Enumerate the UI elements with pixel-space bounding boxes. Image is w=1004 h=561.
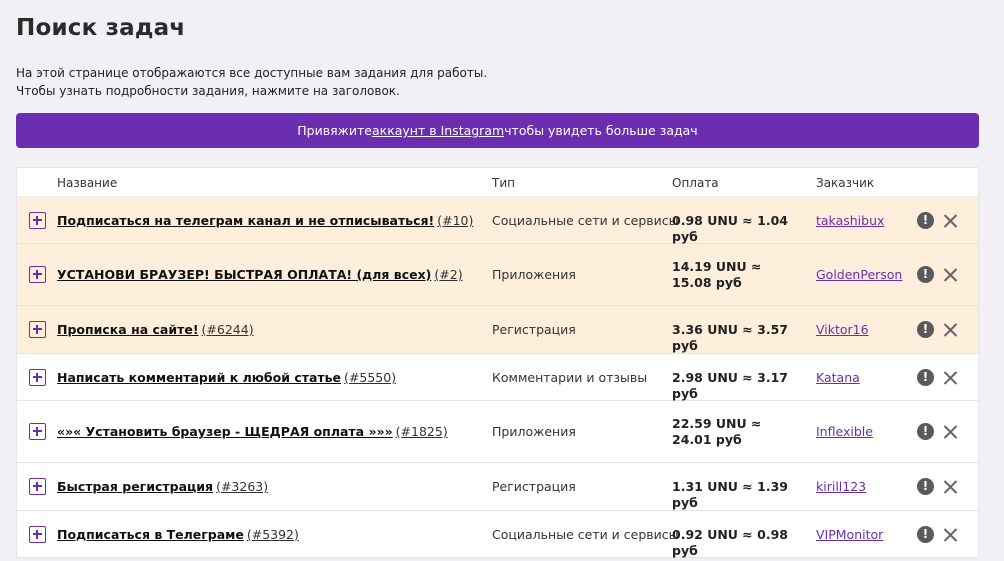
task-type: Приложения [492, 267, 576, 282]
close-icon[interactable] [942, 321, 959, 338]
task-pay: 1.31 UNU ≈ 1.39 руб [672, 479, 788, 510]
task-type: Регистрация [492, 322, 576, 337]
task-number: (#6244) [201, 322, 254, 337]
task-number: (#5392) [246, 527, 299, 542]
customer-link[interactable]: GoldenPerson [816, 267, 902, 282]
report-exclamation-icon[interactable]: ! [917, 212, 934, 229]
tasks-table: Название Тип Оплата Заказчик Подписаться… [16, 167, 979, 558]
instagram-account-link[interactable]: аккаунт в Instagram [372, 123, 504, 138]
task-title-link[interactable]: Прописка на сайте! [57, 322, 199, 337]
header-customer: Заказчик [816, 176, 875, 190]
task-name: Прописка на сайте! (#6244) [57, 322, 254, 337]
expand-plus-icon[interactable] [29, 369, 46, 386]
customer-link[interactable]: Viktor16 [816, 322, 869, 337]
close-icon[interactable] [942, 266, 959, 283]
header-name: Название [57, 176, 118, 190]
task-name: «»« Установить браузер - ЩЕДРАЯ оплата »… [57, 424, 448, 439]
task-pay: 14.19 UNU ≈ 15.08 руб [672, 259, 762, 290]
instagram-banner: Привяжите аккаунт в Instagram чтобы увид… [16, 113, 979, 148]
intro-line-2: Чтобы узнать подробности задания, нажмит… [16, 84, 400, 98]
intro-line-1: На этой странице отображаются все доступ… [16, 66, 488, 80]
table-row: УСТАНОВИ БРАУЗЕР! БЫСТРАЯ ОПЛАТА! (для в… [17, 244, 978, 306]
expand-plus-icon[interactable] [29, 478, 46, 495]
task-name: Быстрая регистрация (#3263) [57, 479, 268, 494]
task-type: Регистрация [492, 479, 576, 494]
task-pay: 0.98 UNU ≈ 1.04 руб [672, 213, 788, 244]
task-pay: 2.98 UNU ≈ 3.17 руб [672, 370, 788, 401]
customer-link[interactable]: Inflexible [816, 424, 873, 439]
banner-prefix: Привяжите [297, 123, 372, 138]
task-type: Приложения [492, 424, 576, 439]
task-title-link[interactable]: Подписаться в Телеграме [57, 527, 244, 542]
expand-plus-icon[interactable] [29, 321, 46, 338]
close-icon[interactable] [942, 423, 959, 440]
task-number: (#2) [434, 267, 463, 282]
page-title: Поиск задач [16, 15, 186, 41]
report-exclamation-icon[interactable]: ! [917, 266, 934, 283]
report-exclamation-icon[interactable]: ! [917, 526, 934, 543]
customer-link[interactable]: Katana [816, 370, 860, 385]
table-body: Подписаться на телеграм канал и не отпис… [17, 197, 978, 558]
table-row: Прописка на сайте! (#6244) Регистрация 3.36… [17, 306, 978, 354]
table-header: Название Тип Оплата Заказчик [17, 168, 978, 197]
task-number: (#3263) [216, 479, 269, 494]
header-type: Тип [492, 176, 515, 190]
task-title-link[interactable]: Написать комментарий к любой статье [57, 370, 341, 385]
task-pay: 22.59 UNU ≈ 24.01 руб [672, 416, 762, 447]
close-icon[interactable] [942, 478, 959, 495]
customer-link[interactable]: takashibux [816, 213, 884, 228]
task-title-link[interactable]: «»« Установить браузер - ЩЕДРАЯ оплата »… [57, 424, 393, 439]
task-type: Социальные сети и сервисы [492, 527, 679, 542]
task-name: Написать комментарий к любой статье (#555… [57, 370, 396, 385]
task-type: Социальные сети и сервисы [492, 213, 679, 228]
task-name: Подписаться на телеграм канал и не отпис… [57, 213, 473, 228]
customer-link[interactable]: VIPMonitor [816, 527, 883, 542]
task-number: (#1825) [395, 424, 448, 439]
task-type: Комментарии и отзывы [492, 370, 648, 385]
close-icon[interactable] [942, 212, 959, 229]
task-title-link[interactable]: Быстрая регистрация [57, 479, 213, 494]
task-pay: 3.36 UNU ≈ 3.57 руб [672, 322, 788, 353]
banner-suffix: чтобы увидеть больше задач [504, 123, 698, 138]
task-number: (#5550) [344, 370, 397, 385]
task-name: Подписаться в Телеграме (#5392) [57, 527, 299, 542]
table-row: «»« Установить браузер - ЩЕДРАЯ оплата »… [17, 401, 978, 463]
report-exclamation-icon[interactable]: ! [917, 369, 934, 386]
table-row: Подписаться в Телеграме (#5392) Социальные… [17, 511, 978, 558]
report-exclamation-icon[interactable]: ! [917, 321, 934, 338]
table-row: Написать комментарий к любой статье (#555… [17, 354, 978, 401]
task-title-link[interactable]: Подписаться на телеграм канал и не отпис… [57, 213, 434, 228]
customer-link[interactable]: kirill123 [816, 479, 866, 494]
table-row: Подписаться на телеграм канал и не отпис… [17, 197, 978, 244]
report-exclamation-icon[interactable]: ! [917, 423, 934, 440]
expand-plus-icon[interactable] [29, 266, 46, 283]
report-exclamation-icon[interactable]: ! [917, 478, 934, 495]
task-title-link[interactable]: УСТАНОВИ БРАУЗЕР! БЫСТРАЯ ОПЛАТА! (для в… [57, 267, 431, 282]
close-icon[interactable] [942, 526, 959, 543]
task-pay: 0.92 UNU ≈ 0.98 руб [672, 527, 788, 558]
expand-plus-icon[interactable] [29, 212, 46, 229]
expand-plus-icon[interactable] [29, 526, 46, 543]
task-name: УСТАНОВИ БРАУЗЕР! БЫСТРАЯ ОПЛАТА! (для в… [57, 267, 463, 282]
table-row: Быстрая регистрация (#3263) Регистрация 1.3… [17, 463, 978, 511]
expand-plus-icon[interactable] [29, 423, 46, 440]
close-icon[interactable] [942, 369, 959, 386]
intro-text: На этой странице отображаются все доступ… [16, 64, 487, 100]
header-pay: Оплата [672, 176, 719, 190]
task-number: (#10) [437, 213, 474, 228]
